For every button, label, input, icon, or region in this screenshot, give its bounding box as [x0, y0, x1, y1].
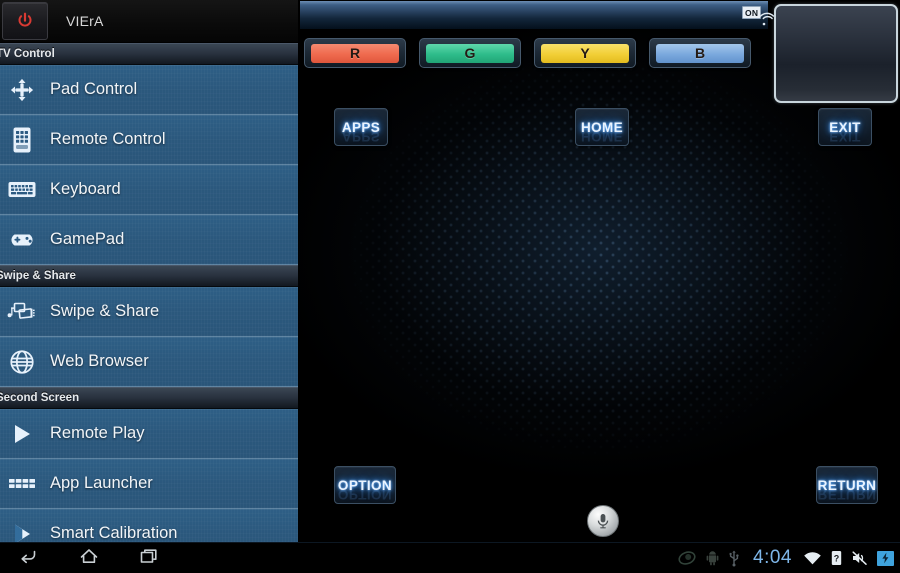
calibration-icon — [2, 521, 42, 543]
sidebar-item-label: Remote Control — [50, 130, 166, 148]
color-key-blue-label: B — [656, 43, 744, 63]
voice-input-button[interactable] — [587, 505, 619, 537]
android-robot-icon[interactable] — [706, 550, 719, 566]
keyboard-icon — [2, 179, 42, 201]
dpad-icon — [2, 76, 42, 104]
sidebar-item-label: Swipe & Share — [50, 302, 160, 320]
sidebar-section-label: Second Screen — [0, 392, 80, 404]
color-key-yellow-label: Y — [541, 43, 629, 63]
home-button-system[interactable] — [78, 546, 100, 571]
sidebar-section-label: TV Control — [0, 48, 55, 60]
color-key-blue[interactable]: B — [649, 38, 751, 68]
sidebar-section-header-tv-control: TV Control — [0, 43, 298, 65]
connection-status: ON — [742, 6, 778, 28]
home-button[interactable]: HOME HOME — [575, 108, 629, 146]
sidebar-item-label: Pad Control — [50, 80, 138, 98]
sidebar-item-smart-calibration[interactable]: Smart Calibration — [0, 509, 298, 543]
sidebar-item-app-launcher[interactable]: App Launcher — [0, 459, 298, 509]
option-button-label: OPTION — [337, 477, 393, 493]
return-button[interactable]: RETURN RETURN — [816, 466, 878, 504]
usb-icon[interactable] — [728, 550, 740, 567]
globe-icon — [2, 348, 42, 376]
sidebar-section-header-second-screen: Second Screen — [0, 387, 298, 409]
mute-icon[interactable] — [851, 550, 868, 566]
back-button[interactable] — [18, 546, 40, 571]
color-key-red[interactable]: R — [304, 38, 406, 68]
app-grid-icon — [2, 474, 42, 494]
sidebar-item-pad-control[interactable]: Pad Control — [0, 65, 298, 115]
recents-icon — [140, 548, 157, 563]
app-header: VIErA — [0, 0, 298, 43]
sidebar-item-remote-control[interactable]: Remote Control — [0, 115, 298, 165]
home-icon — [80, 548, 98, 563]
eye-icon[interactable] — [677, 550, 697, 566]
color-key-green[interactable]: G — [419, 38, 521, 68]
exit-button[interactable]: EXIT EXIT — [818, 108, 872, 146]
tv-preview-panel[interactable] — [774, 4, 898, 103]
system-status-bar: 4:04 ? — [0, 542, 900, 573]
power-button[interactable] — [2, 2, 48, 40]
svg-text:?: ? — [834, 553, 840, 563]
viera-remote-app: VIErA TV Control Pad Control Remote Cont… — [0, 0, 900, 573]
top-bar-backdrop — [300, 1, 768, 29]
apps-button[interactable]: APPS APPS — [334, 108, 388, 146]
recents-button[interactable] — [138, 546, 160, 571]
sidebar-item-label: Remote Play — [50, 424, 145, 442]
gamepad-icon — [2, 229, 42, 251]
sidebar: VIErA TV Control Pad Control Remote Cont… — [0, 0, 298, 543]
exit-button-label: EXIT — [829, 119, 861, 135]
option-button[interactable]: OPTION OPTION — [334, 466, 396, 504]
sidebar-item-label: Smart Calibration — [50, 524, 178, 542]
swipe-share-icon — [2, 300, 42, 324]
sidebar-item-gamepad[interactable]: GamePad — [0, 215, 298, 265]
sidebar-section-header-swipe-share: Swipe & Share — [0, 265, 298, 287]
color-key-yellow[interactable]: Y — [534, 38, 636, 68]
sidebar-item-keyboard[interactable]: Keyboard — [0, 165, 298, 215]
apps-button-label: APPS — [341, 119, 381, 135]
sidebar-item-label: Keyboard — [50, 180, 121, 198]
remote-control-icon — [2, 126, 42, 154]
sidebar-item-label: Web Browser — [50, 352, 149, 370]
sidebar-item-label: GamePad — [50, 230, 125, 248]
clock: 4:04 — [753, 547, 792, 568]
system-nav-keys — [8, 543, 160, 573]
home-button-label: HOME — [580, 119, 624, 135]
microphone-icon — [597, 514, 609, 529]
back-arrow-icon — [21, 550, 36, 563]
sidebar-section-label: Swipe & Share — [0, 270, 76, 282]
sidebar-item-web-browser[interactable]: Web Browser — [0, 337, 298, 387]
sidebar-item-remote-play[interactable]: Remote Play — [0, 409, 298, 459]
color-key-row: R G Y B — [304, 38, 751, 68]
app-title: VIErA — [66, 13, 104, 29]
return-button-label: RETURN — [817, 477, 877, 493]
play-icon — [2, 421, 42, 447]
color-key-red-label: R — [311, 43, 399, 63]
color-key-green-label: G — [426, 43, 514, 63]
sidebar-item-label: App Launcher — [50, 474, 153, 492]
system-tray: 4:04 ? — [677, 543, 894, 573]
status-badge: ON — [742, 6, 762, 19]
sim-unknown-icon[interactable]: ? — [831, 550, 842, 566]
power-icon — [18, 12, 32, 27]
battery-charging-icon[interactable] — [877, 550, 894, 566]
wifi-icon[interactable] — [803, 551, 822, 566]
sidebar-item-swipe-and-share[interactable]: Swipe & Share — [0, 287, 298, 337]
